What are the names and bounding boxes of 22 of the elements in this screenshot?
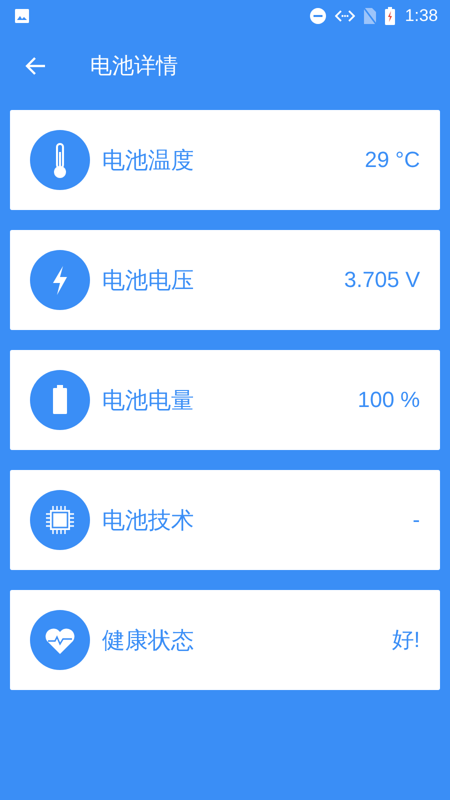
lightning-bolt-icon	[30, 250, 90, 310]
item-label: 电池技术	[102, 506, 194, 536]
do-not-disturb-icon	[308, 7, 327, 25]
data-transfer-icon	[334, 9, 355, 23]
screen-title: 电池详情	[90, 53, 178, 81]
back-arrow-icon[interactable]	[24, 56, 46, 76]
item-label: 电池温度	[102, 146, 194, 176]
no-sim-icon	[362, 7, 377, 25]
image-icon	[14, 8, 30, 24]
chip-icon	[30, 490, 90, 550]
item-value: 29 °C	[364, 147, 420, 173]
item-label: 电池电压	[102, 266, 194, 296]
item-label: 健康状态	[102, 626, 194, 656]
battery-charging-icon	[384, 7, 395, 25]
clock: 1:38	[404, 6, 438, 26]
item-value: 3.705 V	[344, 267, 420, 293]
item-value: 好!	[392, 626, 420, 654]
item-label: 电池电量	[102, 386, 194, 416]
item-value: 100 %	[358, 387, 420, 413]
battery-icon	[30, 370, 90, 430]
item-value: -	[412, 507, 420, 533]
thermometer-icon	[30, 130, 90, 190]
